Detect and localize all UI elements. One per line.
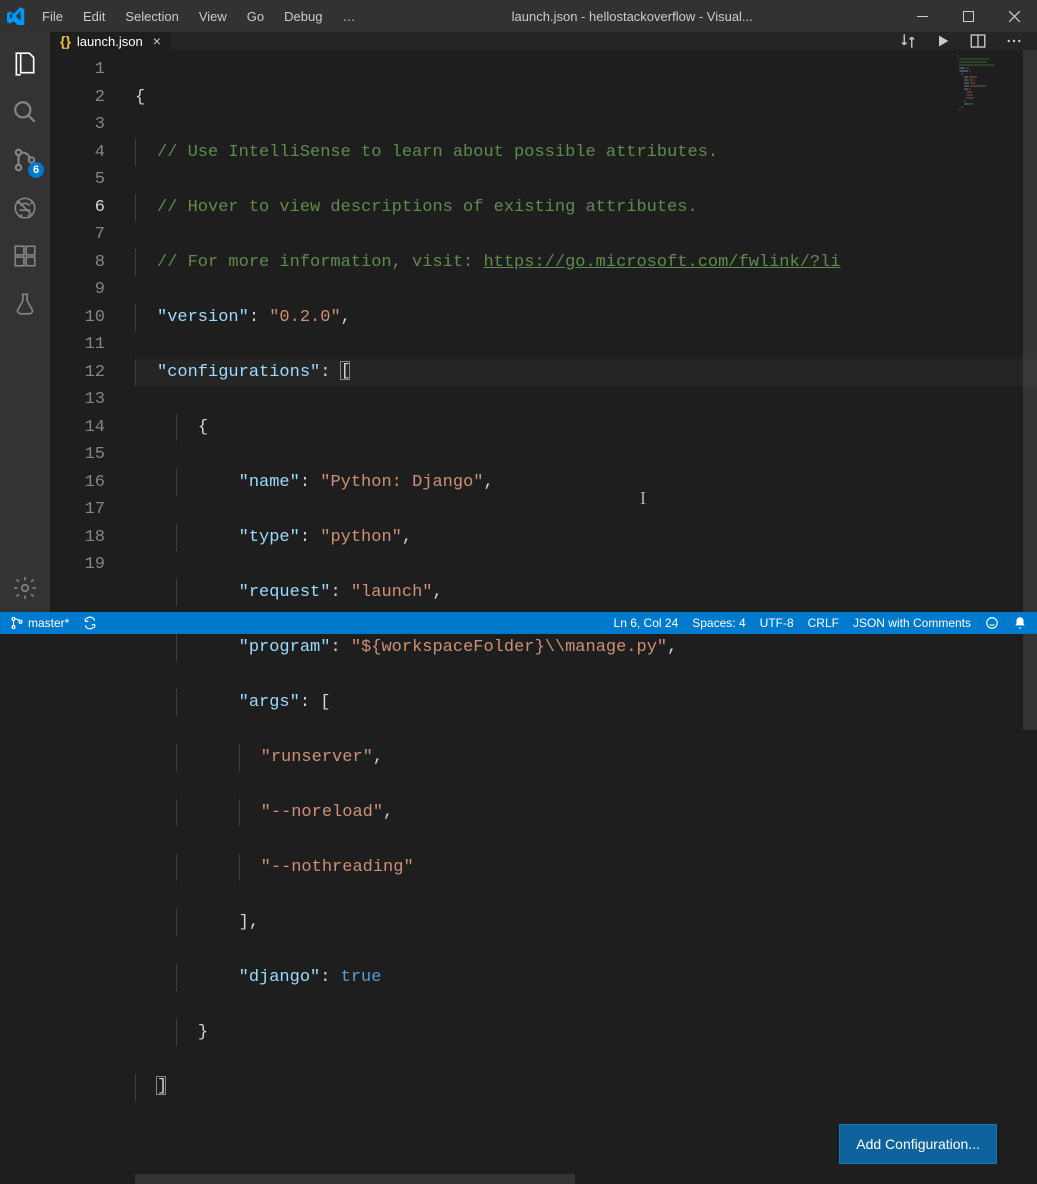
menu-view[interactable]: View (189, 9, 237, 24)
explorer-icon[interactable] (0, 40, 50, 88)
horizontal-scrollbar[interactable] (135, 1174, 953, 1184)
activity-bar: 6 (0, 32, 50, 612)
add-configuration-button[interactable]: Add Configuration... (839, 1124, 997, 1164)
json-file-icon: {} (60, 33, 71, 49)
git-branch-item[interactable]: master* (10, 616, 69, 630)
cursor-position[interactable]: Ln 6, Col 24 (614, 616, 679, 630)
status-bar: master* Ln 6, Col 24 Spaces: 4 UTF-8 CRL… (0, 612, 1037, 634)
menu-debug[interactable]: Debug (274, 9, 332, 24)
menu-edit[interactable]: Edit (73, 9, 115, 24)
tab-bar: {} launch.json × (50, 32, 1037, 50)
menu-overflow[interactable]: … (332, 9, 365, 24)
run-icon[interactable] (935, 33, 951, 49)
notifications-bell-icon[interactable] (1013, 616, 1027, 630)
window-title: launch.json - hellostackoverflow - Visua… (365, 9, 899, 24)
title-bar: File Edit Selection View Go Debug … laun… (0, 0, 1037, 32)
tab-label: launch.json (77, 34, 143, 49)
compare-changes-icon[interactable] (899, 32, 917, 50)
split-editor-icon[interactable] (969, 32, 987, 50)
scm-badge: 6 (28, 162, 44, 178)
test-icon[interactable] (0, 280, 50, 328)
more-actions-icon[interactable] (1005, 32, 1023, 50)
menu-go[interactable]: Go (237, 9, 274, 24)
tab-launch-json[interactable]: {} launch.json × (50, 32, 172, 50)
debug-icon[interactable] (0, 184, 50, 232)
source-control-icon[interactable]: 6 (0, 136, 50, 184)
tab-close-icon[interactable]: × (153, 33, 161, 49)
feedback-smiley-icon[interactable] (985, 616, 999, 630)
minimize-icon[interactable] (899, 0, 945, 32)
vscode-logo-icon (0, 7, 32, 25)
extensions-icon[interactable] (0, 232, 50, 280)
bracket-highlight: [ (340, 361, 350, 380)
sync-icon[interactable] (83, 616, 97, 630)
close-icon[interactable] (991, 0, 1037, 32)
bracket-match-highlight: ] (156, 1076, 166, 1095)
language-mode[interactable]: JSON with Comments (853, 616, 971, 630)
menu-selection[interactable]: Selection (115, 9, 188, 24)
settings-gear-icon[interactable] (0, 564, 50, 612)
maximize-icon[interactable] (945, 0, 991, 32)
encoding[interactable]: UTF-8 (760, 616, 794, 630)
search-icon[interactable] (0, 88, 50, 136)
indentation[interactable]: Spaces: 4 (692, 616, 745, 630)
menu-file[interactable]: File (32, 9, 73, 24)
horizontal-scrollbar-thumb[interactable] (135, 1174, 575, 1184)
eol[interactable]: CRLF (808, 616, 839, 630)
editor-group: {} launch.json × 1 2 3 4 5 6 7 8 9 10 11… (50, 32, 1037, 612)
text-cursor-icon: I (640, 488, 646, 509)
